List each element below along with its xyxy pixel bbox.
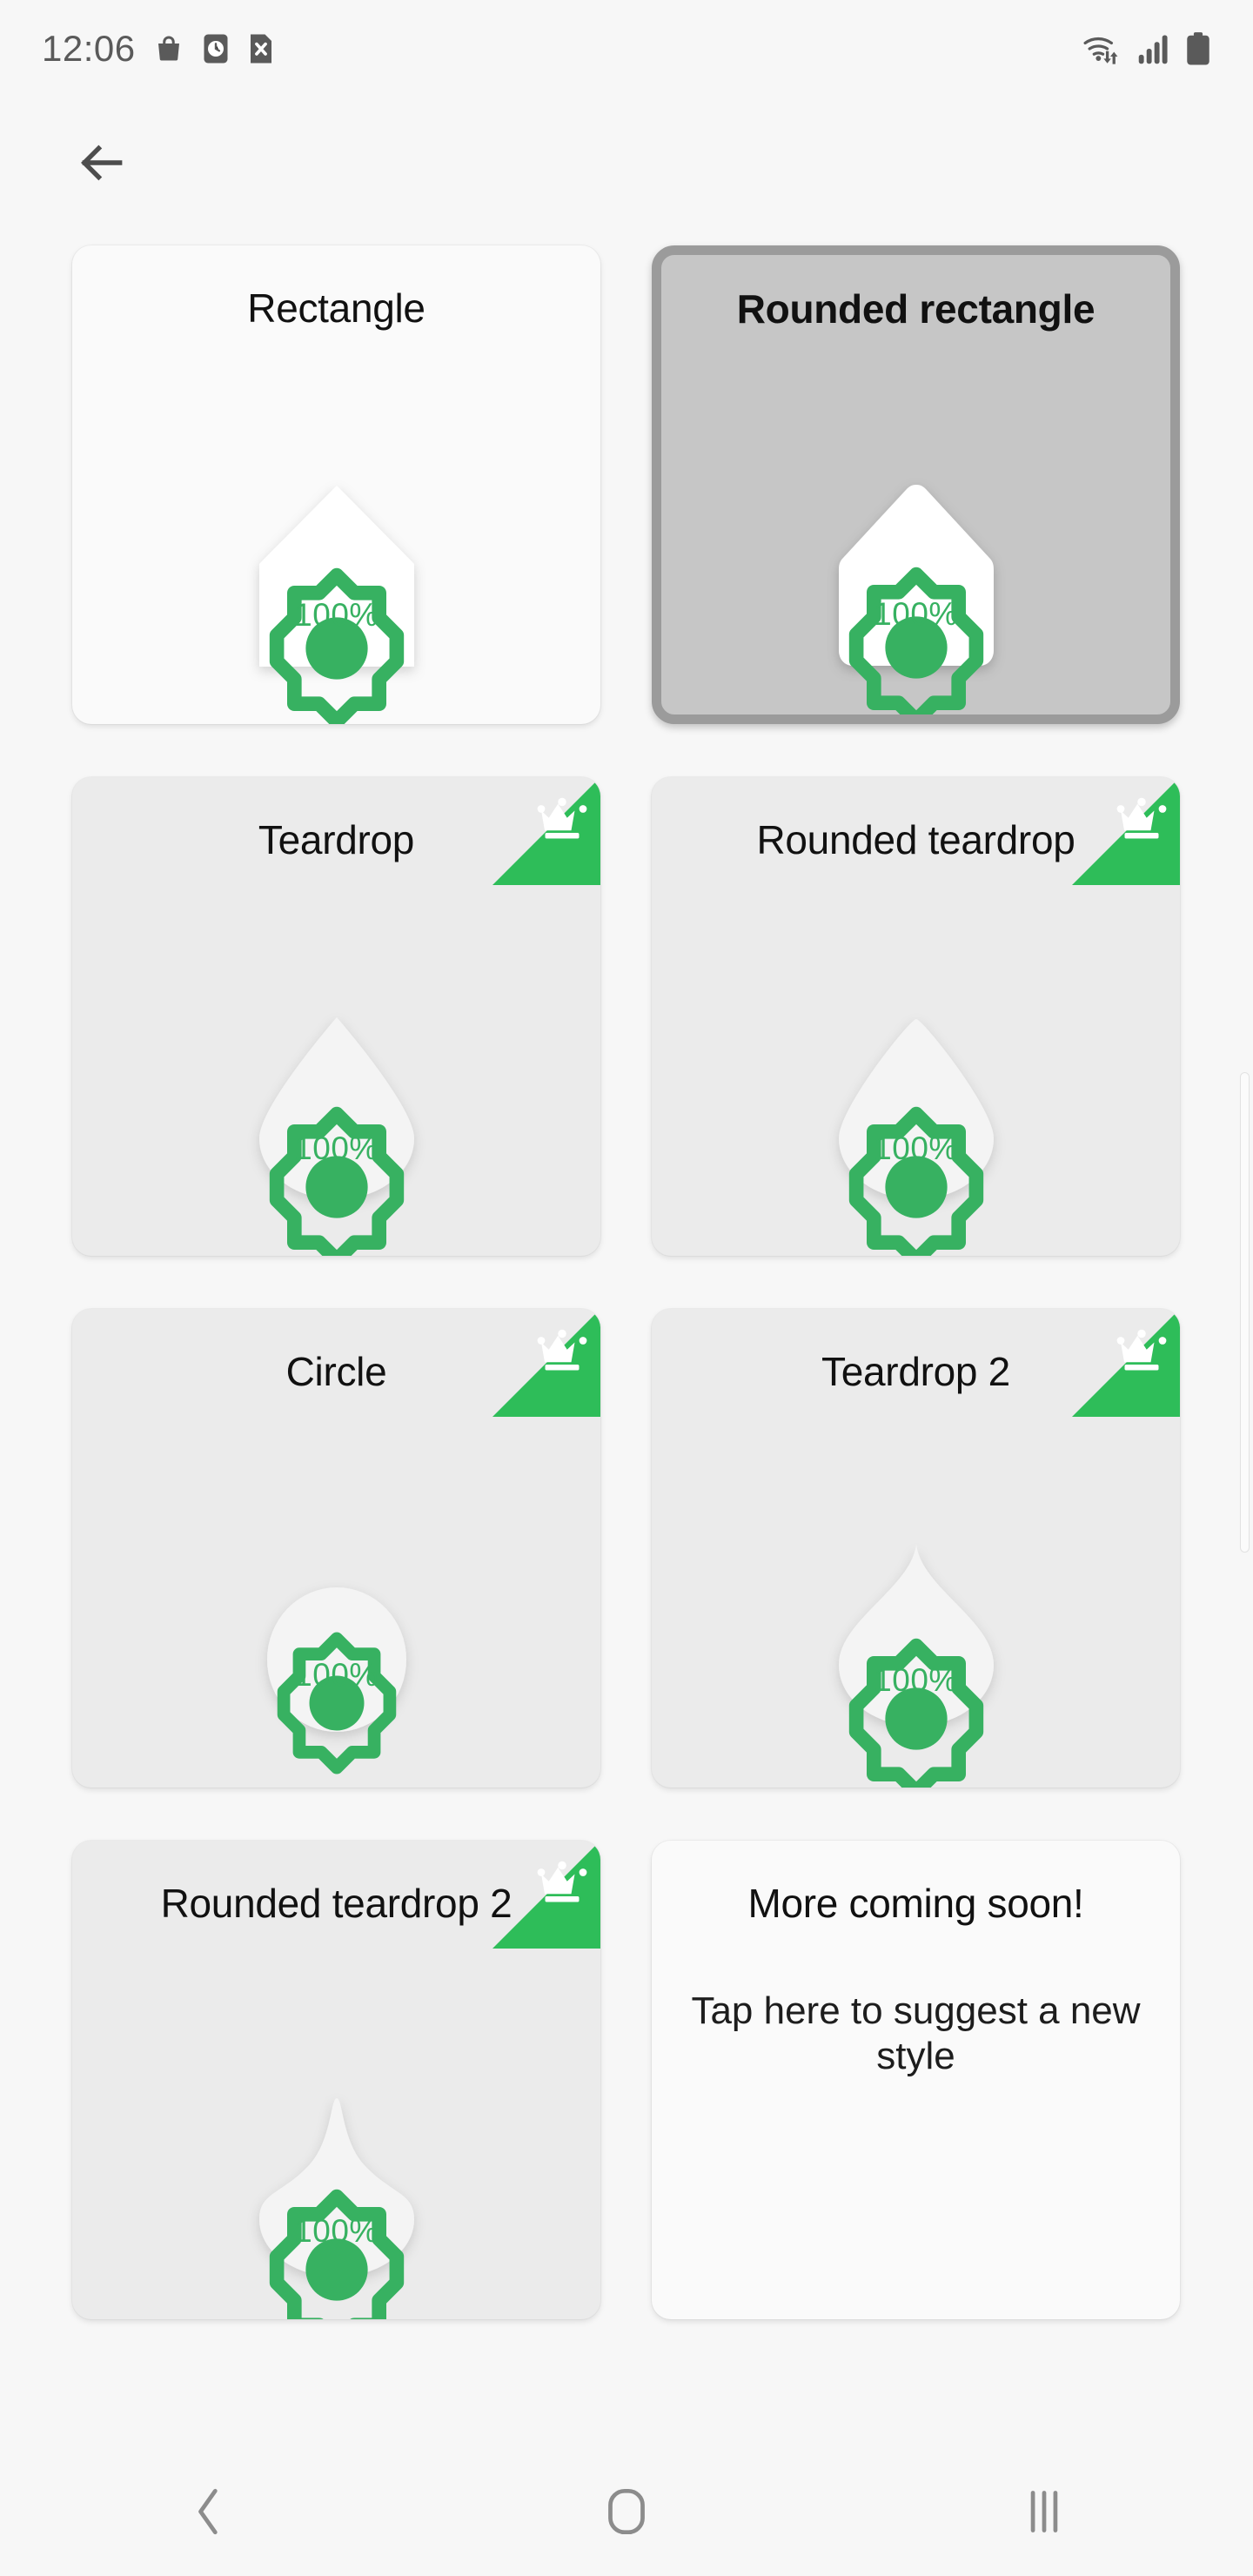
back-icon xyxy=(198,2488,218,2535)
shape-teardrop xyxy=(258,1017,414,1199)
shopping-bag-icon xyxy=(157,36,179,61)
recents-icon xyxy=(1030,2491,1058,2532)
shape-preview-pointed-rounded-rectangle: 100% xyxy=(834,483,999,714)
style-card-rounded-teardrop-2[interactable]: Rounded teardrop 2 100% xyxy=(72,1841,600,2319)
arrow-left-icon xyxy=(81,144,123,181)
shape-preview-teardrop-2: 100% xyxy=(834,1542,999,1788)
premium-badge xyxy=(492,1309,600,1417)
style-card-teardrop[interactable]: Teardrop 100% xyxy=(72,777,600,1256)
coming-soon-subtitle: Tap here to suggest a new style xyxy=(691,1989,1141,2077)
crown-icon xyxy=(537,1861,587,1902)
coming-soon-title: More coming soon! xyxy=(747,1881,1084,1926)
nav-recents-button[interactable] xyxy=(957,2447,1131,2576)
style-card-circle[interactable]: Circle 100% xyxy=(72,1309,600,1788)
crown-icon xyxy=(537,797,587,839)
home-icon xyxy=(608,2488,645,2535)
shape-circle xyxy=(266,1587,406,1732)
status-bar-right xyxy=(1082,31,1211,66)
crown-icon xyxy=(537,1329,587,1371)
style-card-teardrop-2[interactable]: Teardrop 2 100% xyxy=(652,1309,1180,1788)
wifi-data-icon xyxy=(1083,37,1118,64)
shape-preview-circle: 100% xyxy=(264,1586,410,1774)
suggest-style-card[interactable]: More coming soon! Tap here to suggest a … xyxy=(652,1841,1180,2319)
back-button[interactable] xyxy=(54,115,150,211)
shape-preview-teardrop: 100% xyxy=(254,1016,419,1256)
crown-icon xyxy=(1116,797,1167,839)
nav-back-button[interactable] xyxy=(122,2447,296,2576)
style-card-rectangle[interactable]: Rectangle 100% xyxy=(72,245,600,724)
style-card-rounded-teardrop[interactable]: Rounded teardrop 100% xyxy=(652,777,1180,1256)
status-bar: 12:06 xyxy=(0,0,1253,97)
style-grid: Rectangle 100% Rounded rectangle 100% Te… xyxy=(0,245,1253,2319)
scrollbar[interactable] xyxy=(1240,1072,1250,1553)
file-x-icon xyxy=(250,34,271,64)
style-card-title: Rectangle xyxy=(247,285,425,331)
premium-badge xyxy=(492,777,600,885)
shape-pointed-rectangle xyxy=(258,486,414,667)
cellular-signal-icon xyxy=(1138,35,1168,64)
system-navigation-bar xyxy=(0,2447,1253,2576)
style-card-rounded-rectangle[interactable]: Rounded rectangle 100% xyxy=(652,245,1180,724)
status-bar-left: 12:06 xyxy=(42,28,275,70)
crown-icon xyxy=(1116,1329,1167,1371)
shape-rounded-teardrop-2 xyxy=(258,2098,414,2277)
premium-badge xyxy=(492,1841,600,1949)
alarm-clock-icon xyxy=(204,34,228,64)
premium-badge xyxy=(1072,1309,1180,1417)
shape-preview-pointed-rectangle: 100% xyxy=(254,484,419,724)
battery-full-icon xyxy=(1187,32,1209,65)
status-clock: 12:06 xyxy=(42,28,136,69)
shape-rounded-teardrop xyxy=(838,1019,994,1199)
style-card-title: Rounded rectangle xyxy=(736,286,1096,332)
premium-badge xyxy=(1072,777,1180,885)
shape-teardrop-2 xyxy=(838,1544,994,1726)
app-bar xyxy=(0,97,1253,228)
nav-home-button[interactable] xyxy=(539,2447,714,2576)
shape-pointed-rounded-rectangle xyxy=(838,485,994,666)
shape-preview-rounded-teardrop: 100% xyxy=(834,1016,999,1256)
shape-preview-rounded-teardrop-2: 100% xyxy=(254,2093,419,2319)
